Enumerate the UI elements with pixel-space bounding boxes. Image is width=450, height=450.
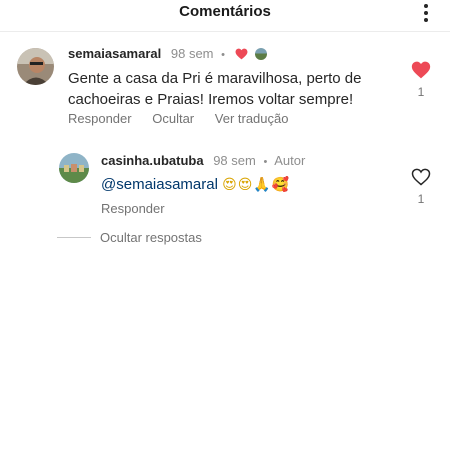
reply-actions: Responder — [101, 201, 182, 216]
reply-reply-button[interactable]: Responder — [101, 201, 165, 216]
comment-username[interactable]: semaiasamaral — [68, 46, 161, 61]
hide-button[interactable]: Ocultar — [152, 111, 194, 126]
comment-time: 98 sem — [170, 46, 214, 61]
reply-like-count: 1 — [417, 192, 425, 206]
heart-filled-icon[interactable] — [411, 60, 431, 80]
reply-meta: casinha.ubatuba 98 sem • Autor — [101, 153, 305, 168]
comment-meta: semaiasamaral 98 sem • — [68, 46, 268, 61]
mention-link[interactable]: @semaiasamaral — [101, 176, 218, 193]
like-count: 1 — [417, 85, 425, 99]
translate-button[interactable]: Ver tradução — [215, 111, 289, 126]
header-bar: Comentários — [0, 0, 450, 32]
author-avatar-icon — [255, 48, 268, 60]
comment-text: Gente a casa da Pri é maravilhosa, perto… — [68, 70, 362, 108]
hide-replies-button[interactable]: Ocultar respostas — [100, 230, 202, 245]
heart-outline-icon[interactable] — [411, 167, 431, 187]
reply-emojis: 😍😍🙏🥰 — [222, 177, 291, 193]
reply-avatar[interactable] — [59, 153, 89, 183]
replies-divider — [57, 237, 91, 238]
reply-text: @semaiasamaral 😍😍🙏🥰 — [101, 176, 290, 193]
reply-time: 98 sem — [213, 153, 256, 168]
author-badge: Autor — [274, 153, 306, 168]
reply-username[interactable]: casinha.ubatuba — [101, 153, 204, 168]
comment-actions: Responder Ocultar Ver tradução — [68, 111, 305, 126]
liked-by-author-heart-icon — [235, 48, 248, 60]
avatar[interactable] — [17, 48, 54, 85]
separator-dot: • — [221, 49, 225, 61]
more-options-icon[interactable] — [420, 1, 432, 23]
reply-button[interactable]: Responder — [68, 111, 132, 126]
page-title: Comentários — [179, 3, 271, 20]
separator-dot: • — [263, 156, 268, 168]
